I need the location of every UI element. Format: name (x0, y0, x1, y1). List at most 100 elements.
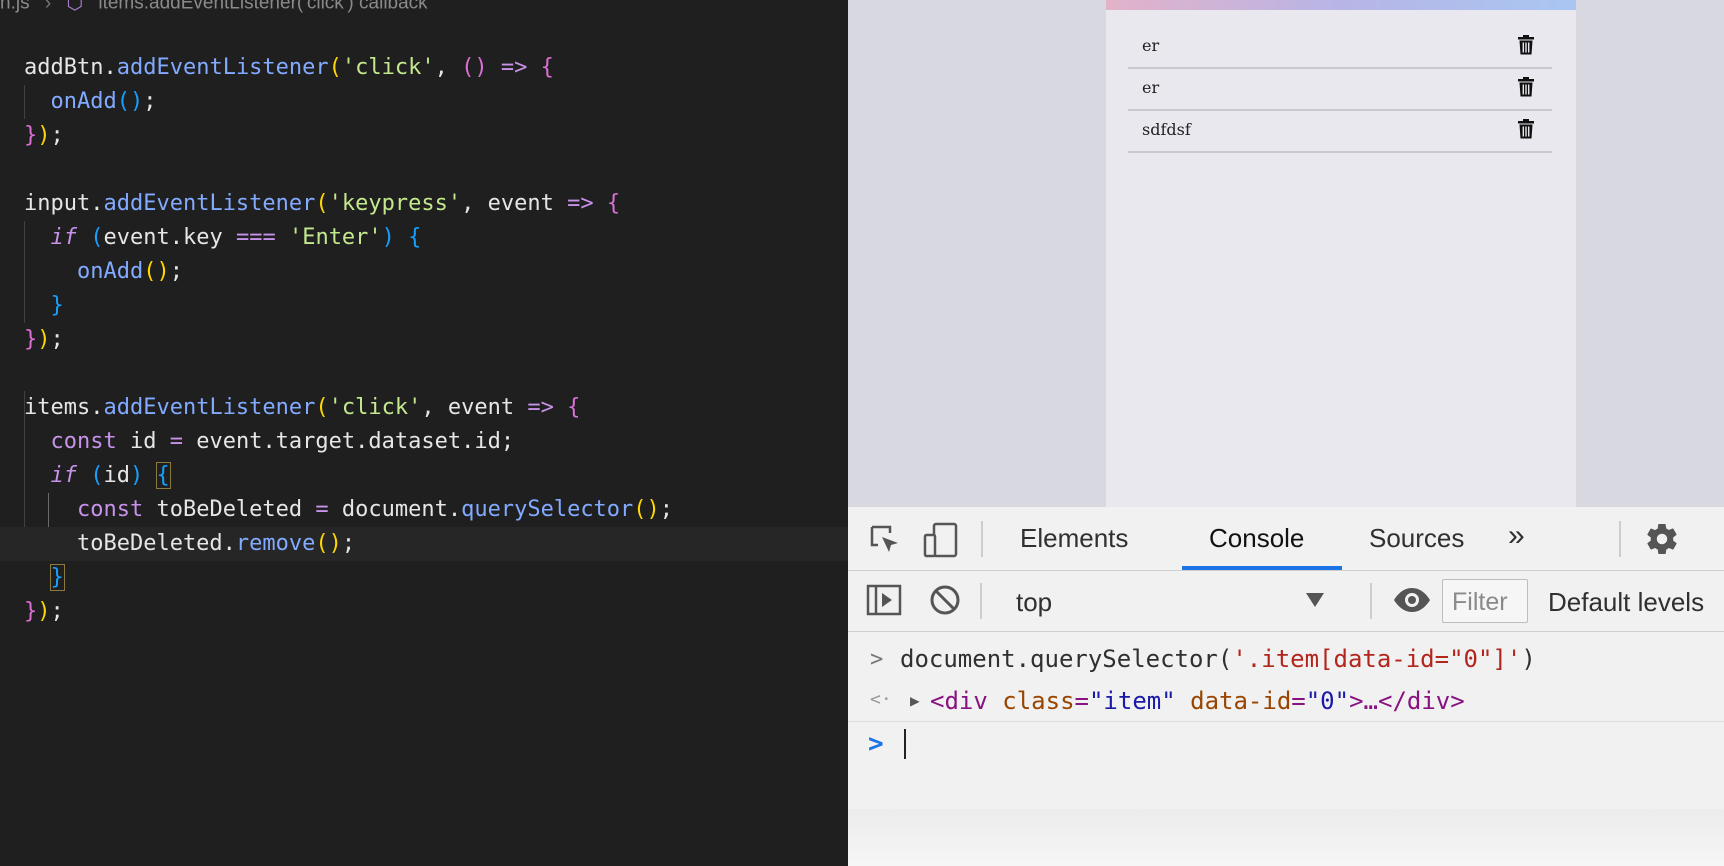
tab-elements[interactable]: Elements (1020, 523, 1128, 554)
code-token: { (408, 225, 422, 250)
code-token: ) (381, 225, 395, 250)
todo-app: er er sdfdsf (1106, 0, 1576, 507)
code-token: . (90, 395, 104, 420)
code-token: ; (50, 599, 64, 624)
tab-sources[interactable]: Sources (1369, 523, 1464, 554)
code-token: ) (37, 599, 51, 624)
code-token: const (50, 429, 117, 454)
show-sidebar-icon[interactable] (866, 583, 902, 617)
code-line[interactable]: onAdd(); (24, 85, 848, 119)
code-token: querySelector (461, 497, 634, 522)
code-token: 'keypress' (328, 191, 462, 216)
code-token: id (116, 429, 170, 454)
code-token: toBeDeleted. (24, 531, 236, 556)
expand-triangle-icon[interactable]: ▶ (910, 691, 920, 710)
breadcrumb-symbol[interactable]: items.addEventListener('click') callback (98, 0, 427, 14)
code-token: () (633, 497, 660, 522)
code-token: 'click' (328, 395, 422, 420)
code-token: ; (50, 327, 64, 352)
code-token: if (50, 463, 78, 488)
trash-icon[interactable] (1518, 35, 1534, 55)
code-line[interactable]: input.addEventListener('keypress', event… (24, 187, 848, 221)
code-token: addBtn (24, 55, 104, 80)
console-input-caret[interactable] (904, 729, 906, 759)
code-token: ( (328, 55, 342, 80)
code-editor[interactable]: n.js › ⬡ items.addEventListener('click')… (0, 0, 848, 866)
more-tabs-button[interactable]: » (1508, 519, 1525, 553)
log-levels-dropdown[interactable]: Default levels (1548, 587, 1704, 618)
console-result-node[interactable]: <div class="item" data-id="0">…</div> (930, 687, 1465, 715)
app-header-bar (1106, 0, 1576, 10)
code-token: => (527, 395, 554, 420)
code-token: . (103, 55, 117, 80)
code-line[interactable]: onAdd(); (24, 255, 848, 289)
code-token: ; (50, 123, 64, 148)
trash-icon[interactable] (1518, 119, 1534, 139)
prompt-icon: > (870, 647, 884, 672)
code-token: = (169, 429, 183, 454)
code-line[interactable]: const toBeDeleted = document.querySelect… (24, 493, 848, 527)
code-token: id (103, 463, 131, 488)
code-token: => (500, 55, 528, 80)
code-line[interactable]: items.addEventListener('click', event =>… (24, 391, 848, 425)
code-line[interactable]: }); (24, 119, 848, 153)
code-line[interactable]: }); (24, 595, 848, 629)
chevron-down-icon[interactable] (1306, 593, 1324, 607)
code-line[interactable]: if (event.key === 'Enter') { (24, 221, 848, 255)
code-token: ; (169, 259, 183, 284)
code-token: , (434, 55, 462, 80)
code-token: 'click' (341, 55, 435, 80)
eye-icon[interactable] (1392, 585, 1432, 615)
devtools-panel: Elements Console Sources » top Filter De… (848, 507, 1724, 866)
symbol-method-icon: ⬡ (66, 0, 84, 14)
console-command: document.querySelector('.item[data-id="0… (900, 645, 1536, 673)
device-toolbar-icon[interactable] (922, 521, 960, 559)
code-token: ( (90, 225, 104, 250)
code-line[interactable]: const id = event.target.dataset.id; (24, 425, 848, 459)
gear-icon[interactable] (1644, 521, 1680, 557)
code-token: => (567, 191, 594, 216)
code-token: { (567, 395, 581, 420)
code-line[interactable]: } (24, 289, 848, 323)
code-token: ( (90, 463, 104, 488)
list-item: sdfdsf (1128, 108, 1552, 153)
tab-console[interactable]: Console (1209, 523, 1304, 554)
trash-icon[interactable] (1518, 77, 1534, 97)
code-token: document. (328, 497, 462, 522)
code-area[interactable]: addBtn.addEventListener('click', () => {… (0, 51, 848, 629)
inspect-element-icon[interactable] (868, 523, 902, 557)
code-token: } (24, 327, 38, 352)
code-line[interactable]: }); (24, 323, 848, 357)
code-line-current[interactable]: toBeDeleted.remove(); (0, 527, 848, 561)
code-line[interactable] (24, 357, 848, 391)
filter-placeholder: Filter (1452, 588, 1508, 616)
code-token: ( (315, 191, 329, 216)
code-token: () (315, 531, 342, 556)
console-divider (848, 721, 1724, 722)
panel-bottom (848, 809, 1724, 866)
filter-input[interactable]: Filter (1442, 579, 1528, 623)
breadcrumb-file[interactable]: n.js (0, 0, 30, 14)
code-line[interactable]: if (id) { (24, 459, 848, 493)
code-token: { (540, 55, 554, 80)
code-line[interactable]: addBtn.addEventListener('click', () => { (24, 51, 848, 85)
list-item: er (1128, 24, 1552, 69)
code-line[interactable]: } (24, 561, 848, 595)
context-selector[interactable]: top (1016, 587, 1052, 618)
toolbar-divider (980, 583, 982, 619)
code-token: items (24, 395, 91, 420)
code-token: 'Enter' (288, 225, 382, 250)
clear-console-icon[interactable] (928, 583, 962, 617)
code-token: const (76, 497, 144, 522)
code-line[interactable] (24, 153, 848, 187)
